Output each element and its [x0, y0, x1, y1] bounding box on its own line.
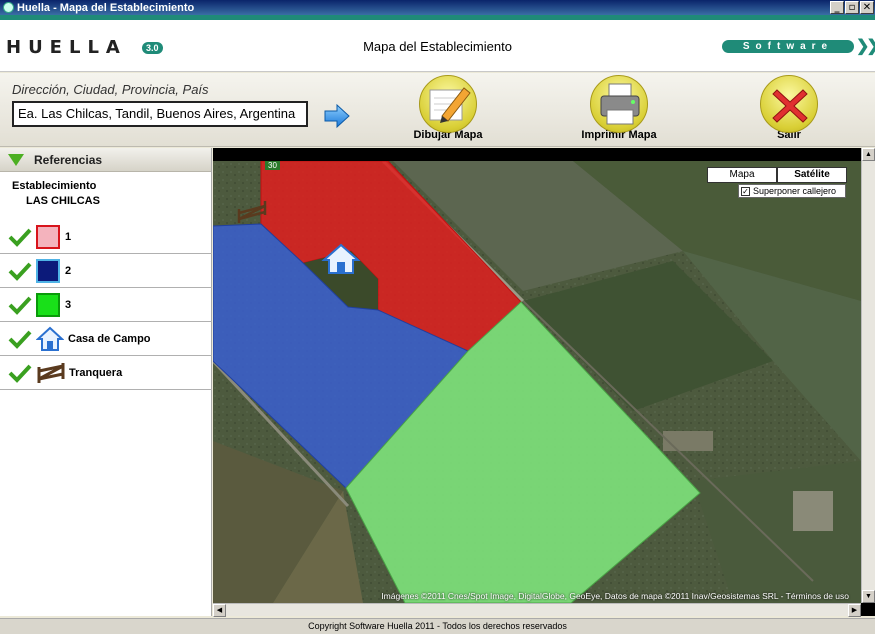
draw-map-button[interactable]: Dibujar Mapa: [403, 75, 493, 141]
gate-icon: [37, 362, 65, 383]
scroll-up-icon[interactable]: ▲: [862, 148, 875, 161]
lot-2-swatch: [36, 258, 60, 283]
legend-label: 2: [65, 264, 72, 277]
printer-icon: [590, 75, 648, 133]
map-frame: 30 Mapa Satélite ✓ Superponer callejero …: [213, 148, 875, 617]
checkmark-icon: [8, 228, 32, 247]
satellite-map[interactable]: 30 Mapa Satélite ✓ Superponer callejero …: [213, 161, 861, 603]
legend-item-gate[interactable]: Tranquera: [0, 356, 212, 390]
references-panel: Referencias Establecimiento LAS CHILCAS …: [0, 148, 212, 616]
legend-label: Casa de Campo: [68, 332, 151, 345]
scroll-right-icon[interactable]: ▶: [848, 604, 861, 617]
building-cluster: [793, 491, 833, 531]
legend-label: 1: [65, 230, 72, 243]
minimize-button[interactable]: _: [830, 1, 844, 14]
legend-label: 3: [65, 298, 72, 311]
close-button[interactable]: ✕: [860, 1, 874, 14]
go-arrow-icon[interactable]: [323, 103, 351, 129]
lot-1-swatch: [36, 224, 60, 249]
house-icon: [36, 326, 64, 351]
collapse-triangle-icon: [8, 153, 24, 166]
overlay-streets-checkbox[interactable]: ✓ Superponer callejero: [738, 184, 846, 198]
window-titlebar: Huella - Mapa del Establecimiento _ ▫ ✕: [0, 0, 875, 15]
address-input[interactable]: Ea. Las Chilcas, Tandil, Buenos Aires, A…: [12, 101, 308, 127]
app-header: HUELLA 3.0 Mapa del Establecimiento Soft…: [0, 20, 875, 72]
checkmark-icon: [8, 296, 32, 315]
checkbox-checked-icon: ✓: [741, 186, 750, 196]
vertical-scrollbar[interactable]: ▲ ▼: [861, 148, 875, 603]
pencil-icon: [419, 75, 477, 133]
satellite-mode-button[interactable]: Satélite: [777, 167, 847, 183]
map-type-toggle: Mapa Satélite: [707, 167, 847, 183]
maximize-button[interactable]: ▫: [845, 1, 859, 14]
legend-item-2[interactable]: 2: [0, 254, 212, 288]
chevron-right-icon: ❯❯: [856, 38, 875, 55]
map-attribution[interactable]: Imágenes ©2011 Cnes/Spot Image, DigitalG…: [381, 591, 849, 601]
legend-item-house[interactable]: Casa de Campo: [0, 322, 212, 356]
overlay-label: Superponer callejero: [753, 186, 837, 196]
legend-label: Tranquera: [69, 366, 123, 379]
building-cluster: [663, 431, 713, 451]
legend-item-3[interactable]: 3: [0, 288, 212, 322]
legend-list: 1 2 3 Casa de Campo Tranquera: [0, 220, 212, 390]
road-number-badge: 30: [265, 161, 280, 170]
map-mode-button[interactable]: Mapa: [707, 167, 777, 183]
establishment-label: Establecimiento: [12, 180, 97, 192]
window-title: Huella - Mapa del Establecimiento: [17, 1, 195, 14]
references-title: Referencias: [34, 152, 103, 167]
horizontal-scrollbar[interactable]: ◀ ▶: [213, 603, 861, 617]
lot-3-swatch: [36, 292, 60, 317]
scroll-left-icon[interactable]: ◀: [213, 604, 226, 617]
address-label: Dirección, Ciudad, Provincia, País: [12, 82, 209, 97]
legend-item-1[interactable]: 1: [0, 220, 212, 254]
software-badge: Software: [722, 40, 854, 53]
footer-copyright: Copyright Software Huella 2011 - Todos l…: [0, 618, 875, 634]
scroll-down-icon[interactable]: ▼: [862, 590, 875, 603]
exit-button[interactable]: Salir: [744, 75, 834, 141]
print-map-button[interactable]: Imprimir Mapa: [574, 75, 664, 141]
checkmark-icon: [8, 364, 32, 383]
app-icon: [3, 2, 14, 13]
references-header[interactable]: Referencias: [0, 148, 211, 172]
close-x-icon: [760, 75, 818, 133]
toolbar: Dirección, Ciudad, Provincia, País Ea. L…: [0, 73, 875, 147]
checkmark-icon: [8, 330, 32, 349]
establishment-name: LAS CHILCAS: [26, 195, 100, 207]
checkmark-icon: [8, 262, 32, 281]
